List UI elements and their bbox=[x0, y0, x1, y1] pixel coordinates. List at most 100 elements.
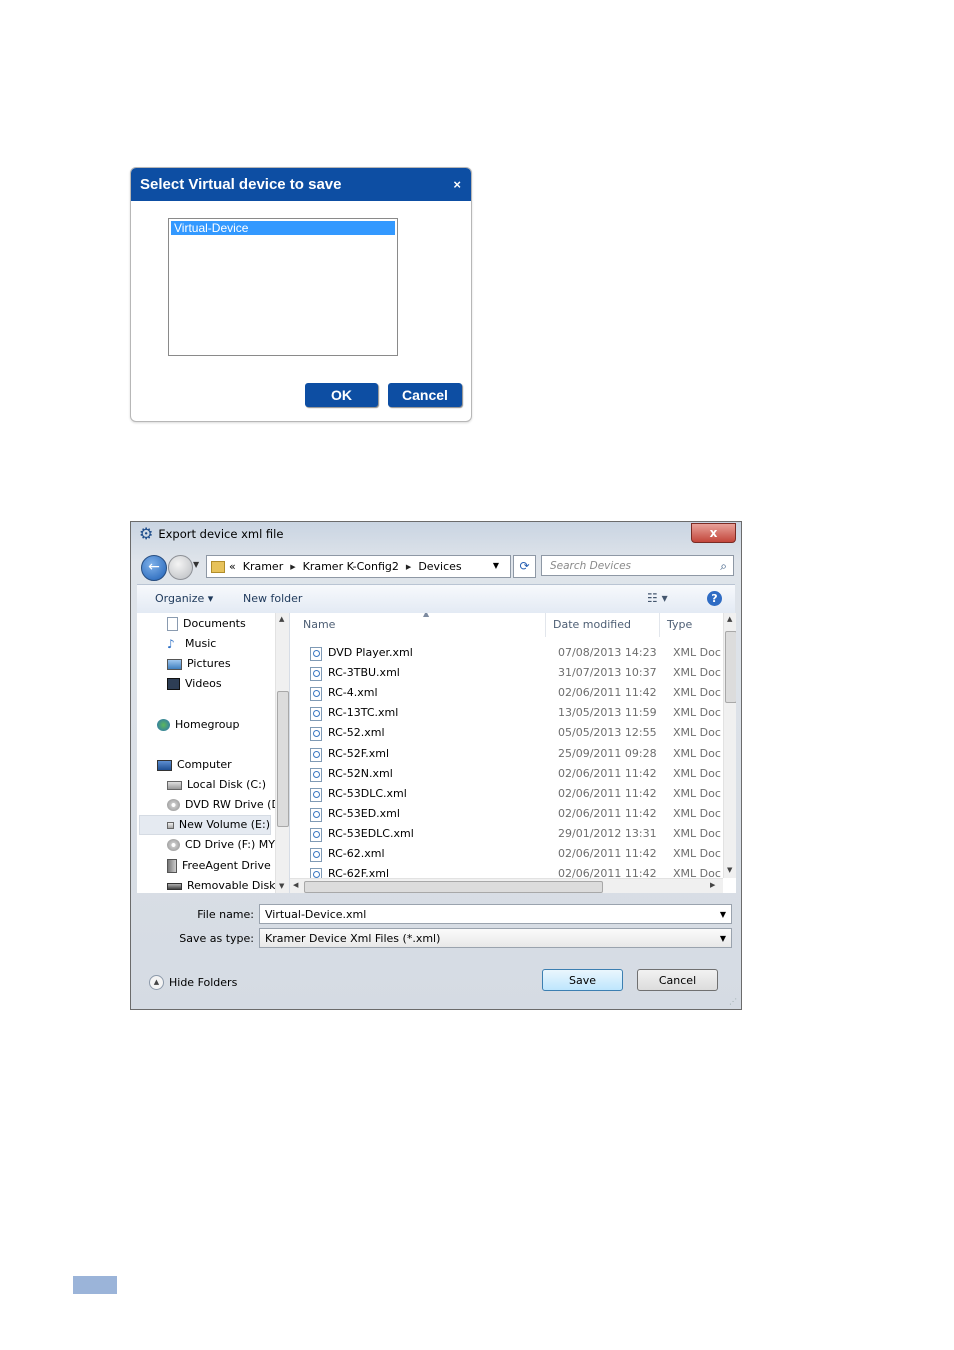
tree-item-videos[interactable]: Videos bbox=[167, 674, 222, 694]
address-bar[interactable]: « Kramer ▶ Kramer K-Config2 ▶ Devices ▼ bbox=[206, 555, 511, 578]
file-date-modified: 02/06/2011 11:42 bbox=[558, 686, 657, 700]
hide-folders-toggle[interactable]: ▲ Hide Folders bbox=[149, 975, 237, 990]
address-dropdown-icon[interactable]: ▼ bbox=[493, 561, 499, 570]
breadcrumb-separator-icon[interactable]: ▶ bbox=[290, 563, 295, 571]
tree-item-local-disk[interactable]: Local Disk (C:) bbox=[167, 775, 266, 795]
file-row[interactable]: RC-52F.xml 25/09/2011 09:28 XML Doc bbox=[290, 744, 722, 764]
file-date-modified: 05/05/2013 12:55 bbox=[558, 726, 657, 740]
xml-file-icon bbox=[310, 848, 322, 862]
view-options-icon[interactable]: ☷ ▾ bbox=[647, 591, 668, 605]
save-as-type-select[interactable]: Kramer Device Xml Files (*.xml) ▼ bbox=[259, 928, 732, 948]
organize-button[interactable]: Organize ▾ bbox=[155, 592, 213, 605]
file-name: RC-13TC.xml bbox=[328, 706, 399, 720]
file-date-modified: 31/07/2013 10:37 bbox=[558, 666, 657, 680]
file-date-modified: 07/08/2013 14:23 bbox=[558, 646, 657, 659]
file-row[interactable]: RC-4.xml 02/06/2011 11:42 XML Doc bbox=[290, 683, 722, 703]
file-name-label: File name: bbox=[197, 908, 254, 921]
ok-button[interactable]: OK bbox=[305, 383, 378, 407]
tree-item-label: New Volume (E:) bbox=[178, 818, 270, 831]
back-button[interactable]: ← bbox=[141, 555, 167, 581]
export-device-dialog: ⚙ Export device xml file x ← ▼ « Kramer … bbox=[130, 521, 742, 1010]
dvd-icon bbox=[167, 799, 180, 811]
file-row[interactable]: RC-53EDLC.xml 29/01/2012 13:31 XML Doc bbox=[290, 824, 722, 844]
tree-item-pictures[interactable]: Pictures bbox=[167, 654, 231, 674]
chevron-down-icon[interactable]: ▼ bbox=[720, 905, 726, 925]
tree-item-cd-drive[interactable]: CD Drive (F:) MY bbox=[167, 835, 275, 855]
tree-item-removable-disk[interactable]: Removable Disk ( bbox=[167, 876, 283, 893]
close-icon[interactable]: × bbox=[453, 168, 461, 201]
page-number-tab bbox=[73, 1276, 117, 1294]
recent-pages-dropdown-icon[interactable]: ▼ bbox=[193, 560, 199, 569]
scroll-thumb[interactable] bbox=[277, 691, 289, 827]
file-row[interactable]: RC-3TBU.xml 31/07/2013 10:37 XML Doc bbox=[290, 663, 722, 683]
breadcrumb-kconfig2[interactable]: Kramer K-Config2 bbox=[303, 560, 399, 573]
file-list-pane: ▲ Name Date modified Type DVD Player.xml… bbox=[290, 613, 736, 893]
resize-grip-icon[interactable]: ⋰ bbox=[729, 997, 737, 1006]
breadcrumb-separator-icon[interactable]: ▶ bbox=[406, 563, 411, 571]
scroll-up-icon[interactable]: ▲ bbox=[727, 615, 732, 623]
search-input[interactable]: Search Devices ⌕ bbox=[541, 555, 734, 576]
breadcrumb-devices[interactable]: Devices bbox=[418, 560, 461, 573]
dialog-title: Select Virtual device to save bbox=[140, 176, 342, 193]
navigation-scrollbar[interactable]: ▲ ▼ bbox=[275, 613, 289, 893]
tree-item-label: Homegroup bbox=[175, 718, 240, 731]
hide-folders-label: Hide Folders bbox=[169, 976, 238, 989]
file-list-horizontal-scrollbar[interactable]: ◀ ▶ bbox=[290, 878, 723, 893]
select-virtual-device-dialog: Select Virtual device to save × Virtual-… bbox=[130, 167, 472, 422]
file-row[interactable]: RC-53ED.xml 02/06/2011 11:42 XML Doc bbox=[290, 804, 722, 824]
cancel-button[interactable]: Cancel bbox=[637, 969, 718, 991]
file-row[interactable]: RC-53DLC.xml 02/06/2011 11:42 XML Doc bbox=[290, 784, 722, 804]
tree-item-new-volume[interactable]: New Volume (E:) bbox=[139, 815, 271, 835]
list-item[interactable]: Virtual-Device bbox=[171, 221, 395, 235]
file-row[interactable]: RC-13TC.xml 13/05/2013 11:59 XML Doc bbox=[290, 703, 722, 723]
computer-icon bbox=[157, 759, 172, 771]
tree-item-label: DVD RW Drive (D bbox=[185, 798, 280, 811]
tree-item-documents[interactable]: Documents bbox=[167, 614, 246, 634]
file-type: XML Doc bbox=[673, 766, 721, 780]
save-button[interactable]: Save bbox=[542, 969, 623, 991]
file-row[interactable]: RC-62.xml 02/06/2011 11:42 XML Doc bbox=[290, 844, 722, 864]
tree-item-dvd-rw[interactable]: DVD RW Drive (D bbox=[167, 795, 280, 815]
file-name: RC-52F.xml bbox=[328, 746, 390, 760]
column-header-name[interactable]: Name bbox=[296, 613, 546, 637]
help-icon[interactable]: ? bbox=[707, 591, 722, 606]
file-name: DVD Player.xml bbox=[328, 646, 413, 659]
file-name-value: Virtual-Device.xml bbox=[265, 908, 367, 921]
tree-item-homegroup[interactable]: Homegroup bbox=[157, 715, 239, 735]
chevron-down-icon[interactable]: ▼ bbox=[720, 929, 726, 949]
xml-file-icon bbox=[310, 807, 322, 822]
tree-item-freeagent[interactable]: FreeAgent Drive ( bbox=[167, 856, 279, 876]
file-date-modified: 02/06/2011 11:42 bbox=[558, 847, 657, 860]
disk-icon bbox=[167, 780, 182, 790]
refresh-button[interactable]: ⟳ bbox=[513, 555, 536, 578]
file-name-field[interactable]: Virtual-Device.xml ▼ bbox=[259, 904, 732, 924]
new-folder-button[interactable]: New folder bbox=[243, 592, 302, 605]
virtual-device-list[interactable]: Virtual-Device bbox=[168, 218, 398, 356]
scroll-down-icon[interactable]: ▼ bbox=[727, 866, 732, 874]
scroll-thumb[interactable] bbox=[725, 631, 736, 703]
file-type: XML Doc bbox=[673, 646, 721, 659]
search-icon[interactable]: ⌕ bbox=[720, 556, 727, 577]
file-row[interactable]: DVD Player.xml 07/08/2013 14:23 XML Doc bbox=[290, 643, 722, 663]
close-button[interactable]: x bbox=[691, 523, 736, 543]
tree-item-computer[interactable]: Computer bbox=[157, 755, 232, 775]
file-list-vertical-scrollbar[interactable]: ▲ ▼ bbox=[723, 613, 736, 878]
breadcrumb-kramer[interactable]: Kramer bbox=[243, 560, 283, 573]
scroll-down-icon[interactable]: ▼ bbox=[279, 882, 284, 890]
scroll-left-icon[interactable]: ◀ bbox=[293, 881, 298, 889]
file-type: XML Doc bbox=[673, 847, 721, 860]
music-icon: ♪ bbox=[167, 637, 175, 651]
file-row[interactable]: RC-52.xml 05/05/2013 12:55 XML Doc bbox=[290, 723, 722, 743]
scroll-up-icon[interactable]: ▲ bbox=[279, 615, 284, 623]
file-name: RC-3TBU.xml bbox=[328, 666, 400, 680]
tree-item-music[interactable]: ♪ Music bbox=[167, 634, 216, 654]
cancel-button[interactable]: Cancel bbox=[388, 383, 462, 407]
column-header-type[interactable]: Type bbox=[660, 613, 723, 637]
column-header-date-modified[interactable]: Date modified bbox=[546, 613, 660, 637]
scroll-thumb[interactable] bbox=[304, 881, 603, 893]
forward-button[interactable] bbox=[168, 555, 193, 580]
tree-item-label: Removable Disk ( bbox=[187, 879, 284, 892]
file-row[interactable]: RC-52N.xml 02/06/2011 11:42 XML Doc bbox=[290, 764, 722, 784]
scroll-right-icon[interactable]: ▶ bbox=[710, 881, 715, 889]
breadcrumb-overflow[interactable]: « bbox=[229, 560, 236, 573]
